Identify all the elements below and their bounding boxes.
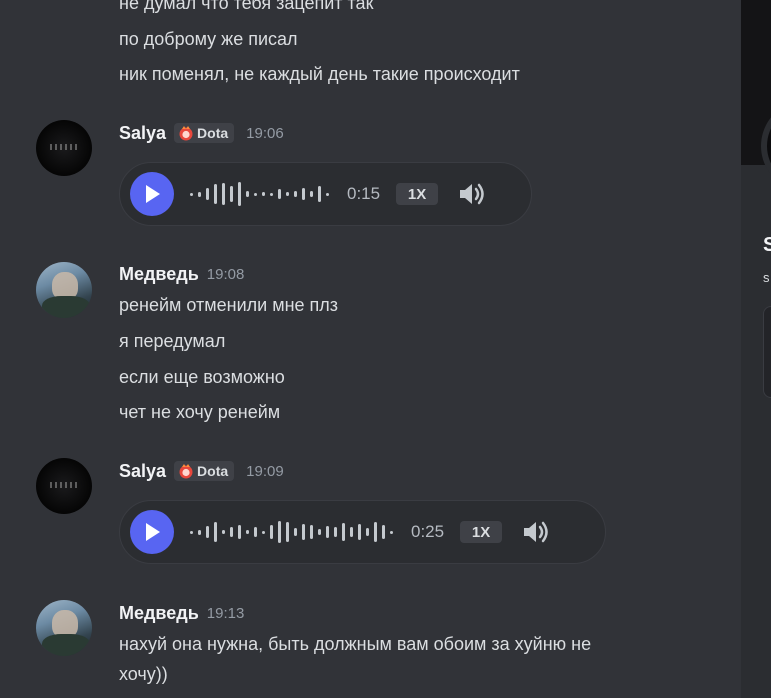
message-header: Salya Dota 19:06 — [119, 121, 284, 145]
profile-username: s — [763, 270, 770, 285]
avatar[interactable] — [36, 262, 92, 318]
volume-icon — [460, 183, 484, 205]
timestamp: 19:13 — [206, 604, 245, 622]
profile-card — [763, 306, 771, 398]
message-header: Медведь 19:08 — [119, 262, 244, 286]
play-button[interactable] — [130, 172, 174, 216]
server-tag-label: Dota — [197, 463, 229, 479]
message-line: ренейм отменили мне плз — [119, 295, 339, 315]
play-icon — [146, 523, 160, 541]
message-line: нахуй она нужна, быть должным вам обоим … — [119, 634, 592, 654]
voice-message: 0:15 1X — [119, 162, 532, 226]
avatar[interactable] — [36, 600, 92, 656]
message-line: не думал что тебя зацепит так — [119, 0, 374, 13]
volume-button[interactable] — [522, 517, 552, 547]
play-icon — [146, 185, 160, 203]
dota-tag-icon — [179, 464, 193, 479]
server-tag[interactable]: Dota — [174, 123, 235, 143]
message-header: Salya Dota 19:09 — [119, 459, 284, 483]
profile-panel: S s — [741, 0, 771, 698]
voice-duration: 0:15 — [347, 184, 381, 203]
volume-icon — [524, 521, 548, 543]
author-name[interactable]: Медведь — [119, 264, 199, 285]
play-button[interactable] — [130, 510, 174, 554]
author-name[interactable]: Salya — [119, 461, 166, 482]
dota-tag-icon — [179, 126, 193, 141]
server-tag-label: Dota — [197, 125, 229, 141]
server-tag[interactable]: Dota — [174, 461, 235, 481]
message-line: ник поменял, не каждый день такие происх… — [119, 64, 520, 84]
voice-waveform[interactable] — [190, 179, 329, 209]
voice-message: 0:25 1X — [119, 500, 606, 564]
voice-waveform[interactable] — [190, 517, 393, 547]
message-line: чет не хочу ренейм — [119, 402, 281, 422]
voice-duration: 0:25 — [411, 522, 445, 541]
timestamp: 19:08 — [206, 265, 245, 283]
message-line: я передумал — [119, 331, 226, 351]
timestamp: 19:06 — [246, 124, 284, 142]
author-name[interactable]: Salya — [119, 123, 166, 144]
profile-name: S — [763, 234, 771, 256]
message-line: по доброму же писал — [119, 29, 298, 49]
chat-area: не думал что тебя зацепит так по доброму… — [0, 0, 741, 698]
avatar[interactable] — [36, 120, 92, 176]
message-header: Медведь 19:13 — [119, 601, 244, 625]
message-line: хочу)) — [119, 664, 168, 684]
playback-speed-button[interactable]: 1X — [460, 521, 503, 543]
avatar[interactable] — [36, 458, 92, 514]
message-line: если еще возможно — [119, 367, 285, 387]
author-name[interactable]: Медведь — [119, 603, 199, 624]
playback-speed-button[interactable]: 1X — [396, 183, 439, 205]
volume-button[interactable] — [458, 179, 488, 209]
timestamp: 19:09 — [246, 462, 284, 480]
